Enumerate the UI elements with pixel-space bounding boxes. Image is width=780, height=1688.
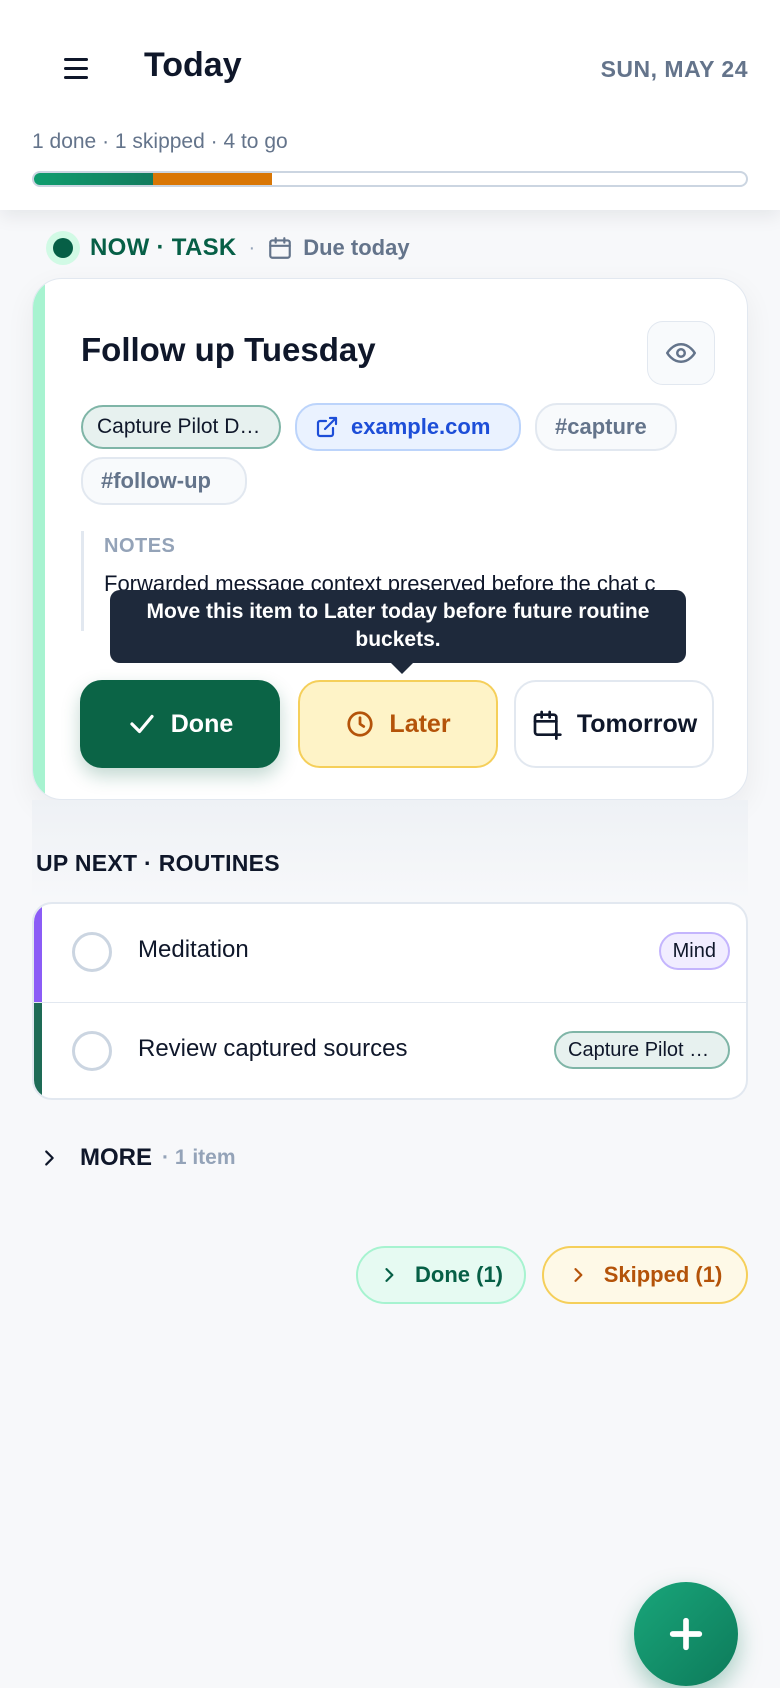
clock-icon [347,711,374,737]
tag-chip-follow-up[interactable]: #follow-up [81,457,247,505]
routine-category-chip: Capture Pilot … [554,1031,730,1069]
done-collapsed-toggle[interactable]: Done (1) [356,1246,526,1304]
due-label: Due today [267,235,410,261]
list-item[interactable]: Meditation Mind [34,904,746,1002]
list-item[interactable]: Review captured sources Capture Pilot … [34,1002,746,1098]
project-chip-label: Capture Pilot D… [97,415,261,438]
routines-list: Meditation Mind Review captured sources … [32,902,748,1100]
task-accent-bar [33,279,45,799]
due-text: Due today [303,235,410,260]
tomorrow-button[interactable]: Tomorrow [514,680,714,768]
plus-icon [669,1617,703,1651]
calendar-plus-icon [533,710,562,740]
skipped-collapsed-label: Skipped (1) [603,1262,723,1287]
app-header: Today SUN, MAY 24 1 done · 1 skipped · 4… [0,0,780,210]
chevron-right-icon [574,1268,583,1282]
more-count: · 1 item [162,1146,236,1169]
routine-checkbox[interactable] [72,932,112,972]
now-label: NOW · TASK [90,234,237,261]
progress-skipped-segment [152,173,272,185]
routine-label: Review captured sources [138,1035,408,1062]
progress-bar [32,171,748,187]
progress-summary: 1 done · 1 skipped · 4 to go [32,130,288,153]
progress-done-segment [34,173,153,185]
routine-category-chip: Mind [658,932,730,970]
notes-label: NOTES [104,535,176,557]
done-button[interactable]: Done [80,680,280,768]
more-toggle[interactable]: MORE · 1 item [38,1144,236,1172]
menu-icon[interactable] [64,58,88,80]
chevron-right-icon [385,1268,394,1282]
routines-section-title: UP NEXT · ROUTINES [36,850,280,876]
separator: · [248,236,256,259]
page-title: Today [144,46,242,84]
routine-color-bar [34,1003,42,1098]
add-item-button[interactable] [634,1582,738,1686]
routine-label: Meditation [138,936,249,963]
done-button-label: Done [170,709,234,738]
now-indicator: NOW · TASK · Due today [46,230,410,266]
tag-chip-capture[interactable]: #capture [535,403,677,451]
more-label: MORE [80,1144,152,1171]
later-tooltip: Move this item to Later today before fut… [110,590,686,674]
done-collapsed-label: Done (1) [415,1262,503,1287]
preview-button[interactable] [647,321,715,385]
chevron-right-icon [45,1150,54,1166]
project-chip[interactable]: Capture Pilot D… [81,405,281,449]
later-button[interactable]: Later [298,680,498,768]
later-button-label: Later [389,709,451,738]
task-title: Follow up Tuesday [81,331,376,368]
check-icon [130,714,154,734]
link-chip[interactable]: example.com [295,403,521,451]
skipped-collapsed-toggle[interactable]: Skipped (1) [542,1246,748,1304]
now-status-dot [46,231,80,265]
tag-label: #capture [555,414,647,439]
external-link-icon [316,416,338,438]
routine-color-bar [34,904,42,1002]
tag-label: #follow-up [101,468,211,493]
link-chip-label: example.com [351,414,491,439]
routine-checkbox[interactable] [72,1031,112,1071]
eye-icon [666,343,696,363]
tomorrow-button-label: Tomorrow [576,709,698,738]
calendar-icon [269,237,292,259]
date-label: SUN, MAY 24 [600,56,748,82]
